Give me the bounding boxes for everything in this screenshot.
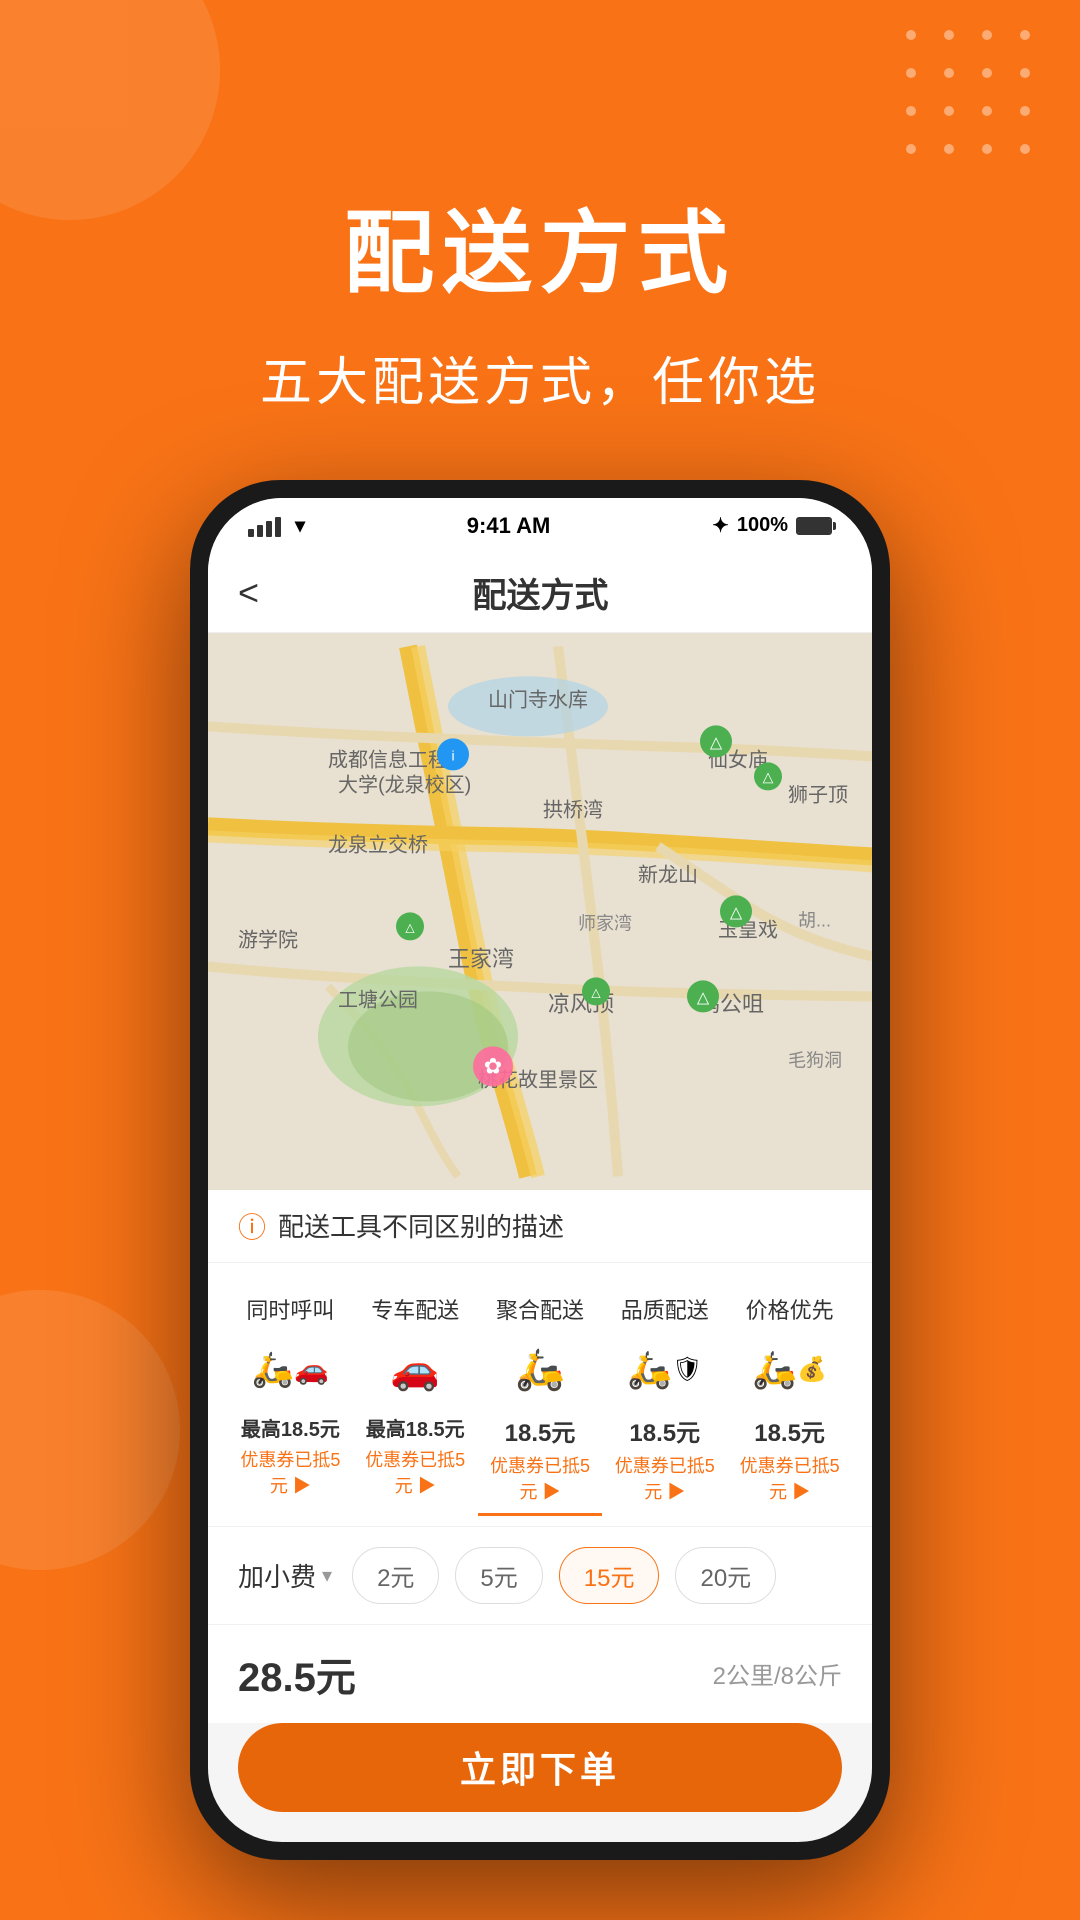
delivery-option-quality[interactable]: 品质配送 🛵🛡 18.5元 优惠券已抵5元 ▶ bbox=[602, 1283, 727, 1516]
option-title-4: 品质配送 bbox=[610, 1293, 719, 1325]
svg-text:毛狗洞: 毛狗洞 bbox=[788, 1050, 842, 1070]
option-icon-2: 🚗 bbox=[361, 1335, 470, 1405]
option-coupon-4: 优惠券已抵5元 ▶ bbox=[610, 1452, 719, 1504]
header-section: 配送方式 五大配送方式，任你选 bbox=[0, 180, 1080, 415]
svg-text:△: △ bbox=[591, 985, 601, 999]
option-coupon-2: 优惠券已抵5元 ▶ bbox=[361, 1446, 470, 1498]
option-title-3: 聚合配送 bbox=[486, 1293, 595, 1325]
bluetooth-icon: ✦ bbox=[712, 513, 729, 538]
svg-text:△: △ bbox=[710, 734, 723, 751]
status-left: ▾ bbox=[248, 513, 305, 538]
svg-text:△: △ bbox=[730, 904, 743, 921]
option-price-5: 18.5元 bbox=[735, 1413, 844, 1448]
delivery-option-combined[interactable]: 聚合配送 🛵 18.5元 优惠券已抵5元 ▶ bbox=[478, 1283, 603, 1516]
option-coupon-1: 优惠券已抵5元 ▶ bbox=[236, 1446, 345, 1498]
svg-text:△: △ bbox=[763, 768, 774, 784]
svg-text:龙泉立交桥: 龙泉立交桥 bbox=[328, 833, 428, 856]
delivery-options-row: 同时呼叫 🛵🚗 最高18.5元 优惠券已抵5元 ▶ 专车配送 🚗 最高 bbox=[208, 1263, 872, 1526]
warning-icon: ⓘ bbox=[238, 1206, 266, 1246]
status-right: ✦ 100% bbox=[712, 513, 832, 538]
total-price: 28.5元 bbox=[238, 1645, 356, 1703]
sub-title: 五大配送方式，任你选 bbox=[0, 340, 1080, 415]
option-price-2: 最高18.5元 bbox=[361, 1413, 470, 1442]
extra-fee-label: 加小费 ▾ bbox=[238, 1557, 332, 1594]
dot-grid-decoration bbox=[906, 30, 1040, 164]
option-icon-1: 🛵🚗 bbox=[236, 1335, 345, 1405]
battery-percent: 100% bbox=[737, 514, 788, 537]
option-coupon-3: 优惠券已抵5元 ▶ bbox=[486, 1452, 595, 1504]
option-price-4: 18.5元 bbox=[610, 1413, 719, 1448]
total-section: 28.5元 2公里/8公斤 bbox=[208, 1624, 872, 1723]
phone-screen: ▾ 9:41 AM ✦ 100% < 配送方式 bbox=[208, 498, 872, 1842]
status-bar: ▾ 9:41 AM ✦ 100% bbox=[208, 498, 872, 553]
option-icon-5: 🛵💰 bbox=[735, 1335, 844, 1405]
battery-icon bbox=[796, 517, 832, 535]
distance-info: 2公里/8公斤 bbox=[713, 1656, 842, 1691]
extra-fee-dropdown-icon: ▾ bbox=[322, 1563, 332, 1588]
svg-text:成都信息工程: 成都信息工程 bbox=[328, 748, 448, 771]
option-icon-4: 🛵🛡 bbox=[610, 1335, 719, 1405]
nav-title: 配送方式 bbox=[279, 568, 802, 617]
svg-text:师家湾: 师家湾 bbox=[578, 913, 632, 933]
order-button[interactable]: 立即下单 bbox=[238, 1723, 842, 1812]
warning-bar: ⓘ 配送工具不同区别的描述 bbox=[208, 1190, 872, 1263]
svg-text:山门寺水库: 山门寺水库 bbox=[488, 688, 588, 711]
svg-text:△: △ bbox=[405, 920, 415, 934]
option-price-1: 最高18.5元 bbox=[236, 1413, 345, 1442]
main-title: 配送方式 bbox=[0, 180, 1080, 310]
phone-content: 成都信息工程 大学(龙泉校区) 山门寺水库 龙泉立交桥 游学院 王家湾 凉风顶 … bbox=[208, 633, 872, 1842]
svg-text:工塘公园: 工塘公园 bbox=[338, 988, 418, 1011]
svg-text:游学院: 游学院 bbox=[238, 928, 298, 951]
fee-option-2[interactable]: 2元 bbox=[352, 1547, 439, 1604]
extra-fee-text: 加小费 bbox=[238, 1557, 316, 1594]
back-button[interactable]: < bbox=[238, 572, 259, 614]
svg-text:✿: ✿ bbox=[484, 1053, 502, 1078]
svg-text:王家湾: 王家湾 bbox=[448, 946, 514, 971]
signal-icon bbox=[248, 515, 281, 537]
warning-text: 配送工具不同区别的描述 bbox=[278, 1207, 564, 1244]
svg-text:△: △ bbox=[697, 989, 710, 1006]
delivery-option-private[interactable]: 专车配送 🚗 最高18.5元 优惠券已抵5元 ▶ bbox=[353, 1283, 478, 1516]
option-title-1: 同时呼叫 bbox=[236, 1293, 345, 1325]
status-time: 9:41 AM bbox=[467, 513, 551, 539]
fee-option-15[interactable]: 15元 bbox=[559, 1547, 660, 1604]
svg-text:狮子顶: 狮子顶 bbox=[788, 783, 848, 806]
option-icon-3: 🛵 bbox=[486, 1335, 595, 1405]
option-title-2: 专车配送 bbox=[361, 1293, 470, 1325]
nav-bar: < 配送方式 bbox=[208, 553, 872, 633]
fee-options: 2元 5元 15元 20元 bbox=[352, 1547, 842, 1604]
battery-fill bbox=[798, 519, 830, 533]
map-area: 成都信息工程 大学(龙泉校区) 山门寺水库 龙泉立交桥 游学院 王家湾 凉风顶 … bbox=[208, 633, 872, 1190]
option-title-5: 价格优先 bbox=[735, 1293, 844, 1325]
option-coupon-5: 优惠券已抵5元 ▶ bbox=[735, 1452, 844, 1504]
wifi-icon: ▾ bbox=[295, 513, 305, 538]
delivery-option-price-first[interactable]: 价格优先 🛵💰 18.5元 优惠券已抵5元 ▶ bbox=[727, 1283, 852, 1516]
delivery-option-simultaneous[interactable]: 同时呼叫 🛵🚗 最高18.5元 优惠券已抵5元 ▶ bbox=[228, 1283, 353, 1516]
option-price-3: 18.5元 bbox=[486, 1413, 595, 1448]
phone-outer-frame: ▾ 9:41 AM ✦ 100% < 配送方式 bbox=[190, 480, 890, 1860]
fee-option-20[interactable]: 20元 bbox=[675, 1547, 776, 1604]
fee-option-5[interactable]: 5元 bbox=[455, 1547, 542, 1604]
phone-mockup: ▾ 9:41 AM ✦ 100% < 配送方式 bbox=[190, 480, 890, 1860]
bg-decoration-bottom bbox=[0, 1290, 180, 1570]
extra-fee-section: 加小费 ▾ 2元 5元 15元 20元 bbox=[208, 1526, 872, 1624]
svg-text:大学(龙泉校区): 大学(龙泉校区) bbox=[338, 773, 471, 796]
svg-text:i: i bbox=[451, 747, 454, 763]
svg-text:拱桥湾: 拱桥湾 bbox=[543, 798, 603, 821]
svg-text:胡...: 胡... bbox=[798, 910, 831, 930]
svg-text:新龙山: 新龙山 bbox=[638, 863, 698, 886]
